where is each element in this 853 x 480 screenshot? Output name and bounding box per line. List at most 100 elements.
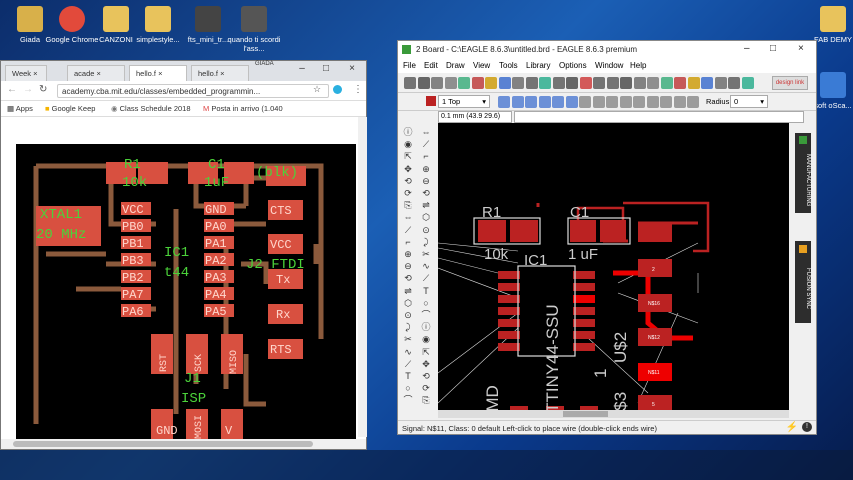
menu-draw[interactable]: Draw <box>446 61 465 70</box>
menu-icon[interactable]: ⋮ <box>353 84 363 95</box>
wire-style-button[interactable] <box>525 96 537 108</box>
toolbar-button[interactable] <box>606 77 619 89</box>
wire-style-button[interactable] <box>606 96 618 108</box>
tab-hello-active[interactable]: hello.f × <box>129 65 187 81</box>
menu-library[interactable]: Library <box>526 61 550 70</box>
wire-style-button[interactable] <box>579 96 591 108</box>
back-icon[interactable]: ← <box>7 84 17 95</box>
draw-tool-icon[interactable]: ⟲ <box>420 371 432 381</box>
draw-tool-icon[interactable]: ⊖ <box>420 176 432 186</box>
draw-tool-icon[interactable]: ⟲ <box>402 176 414 186</box>
design-link-button[interactable]: design link <box>772 76 808 90</box>
draw-tool-icon[interactable]: ⟋ <box>420 139 432 149</box>
wire-style-button[interactable] <box>673 96 686 108</box>
bookmark-gmail[interactable]: M Posta in arrivo (1.040 <box>203 104 283 113</box>
draw-tool-icon[interactable]: ⇱ <box>420 347 432 357</box>
star-icon[interactable]: ☆ <box>313 84 321 95</box>
layer-select[interactable]: 1 Top ▾ <box>438 95 490 108</box>
toolbar-button[interactable] <box>458 77 470 89</box>
tab-academy[interactable]: acade × <box>67 65 125 81</box>
draw-tool-icon[interactable]: ⤸ <box>402 322 414 332</box>
draw-tool-icon[interactable]: ⇔ <box>402 212 414 222</box>
menu-file[interactable]: File <box>403 61 416 70</box>
eagle-window[interactable]: 2 Board - C:\EAGLE 8.6.3\untitled.brd - … <box>397 40 817 435</box>
wire-style-button[interactable] <box>687 96 699 108</box>
draw-tool-icon[interactable]: ⎘ <box>420 395 432 405</box>
toolbar-button[interactable] <box>633 77 646 89</box>
toolbar-button[interactable] <box>498 77 511 89</box>
draw-tool-icon[interactable]: ✥ <box>420 359 432 369</box>
draw-tool-icon[interactable]: ⬡ <box>402 298 414 308</box>
close-button[interactable]: × <box>341 63 363 77</box>
maximize-button[interactable]: □ <box>770 43 776 54</box>
scroll-thumb[interactable] <box>13 441 313 447</box>
wire-style-button[interactable] <box>592 96 605 108</box>
draw-tool-icon[interactable]: ⌐ <box>420 151 432 161</box>
desktop-icon-fab[interactable]: FAB DEMY <box>805 6 853 44</box>
minimize-button[interactable]: – <box>744 43 750 54</box>
toolbar-button[interactable] <box>579 77 592 89</box>
hscroll-thumb[interactable] <box>563 411 608 417</box>
toolbar-button[interactable] <box>620 77 632 89</box>
toolbar-button[interactable] <box>714 77 727 89</box>
toolbar-button[interactable] <box>471 77 484 89</box>
maximize-button[interactable]: □ <box>315 63 337 77</box>
toolbar-button[interactable] <box>701 77 713 89</box>
bookmark-schedule[interactable]: ◉ Class Schedule 2018 <box>111 104 191 113</box>
toolbar-button[interactable] <box>687 77 700 89</box>
radius-input[interactable]: 0 ▾ <box>730 95 768 108</box>
minimize-button[interactable]: – <box>291 63 313 77</box>
draw-tool-icon[interactable]: ⇌ <box>402 286 414 296</box>
tab-hello[interactable]: hello.f × <box>191 65 249 81</box>
wire-style-button[interactable] <box>633 96 645 108</box>
wire-style-button[interactable] <box>498 96 510 108</box>
toolbar-button[interactable] <box>593 77 605 89</box>
reload-icon[interactable]: ↻ <box>39 84 47 95</box>
draw-tool-icon[interactable]: ⟋ <box>420 273 432 283</box>
toolbar-button[interactable] <box>660 77 673 89</box>
draw-tool-icon[interactable]: ⇔ <box>420 127 432 137</box>
draw-tool-icon[interactable]: ◉ <box>402 139 414 149</box>
horizontal-scrollbar[interactable] <box>1 439 366 449</box>
desktop-icon-3[interactable]: simplestyle... <box>130 6 186 44</box>
info-icon[interactable]: ! <box>802 422 812 432</box>
menu-view[interactable]: View <box>473 61 490 70</box>
wire-style-button[interactable] <box>565 96 578 108</box>
draw-tool-icon[interactable]: ✂ <box>420 249 432 259</box>
draw-tool-icon[interactable]: ⊕ <box>402 249 414 259</box>
draw-tool-icon[interactable]: ⊕ <box>420 164 432 174</box>
draw-tool-icon[interactable]: ⓘ <box>420 322 432 332</box>
draw-tool-icon[interactable]: ⌒ <box>402 395 414 405</box>
toolbar-button[interactable] <box>417 77 430 89</box>
wire-style-button[interactable] <box>511 96 524 108</box>
toolbar-button[interactable] <box>728 77 740 89</box>
command-line-input[interactable] <box>514 111 804 123</box>
menu-edit[interactable]: Edit <box>424 61 438 70</box>
toolbar-button[interactable] <box>539 77 551 89</box>
toolbar-button[interactable] <box>674 77 686 89</box>
draw-tool-icon[interactable]: ⟲ <box>402 273 414 283</box>
draw-tool-icon[interactable]: ✥ <box>402 164 414 174</box>
close-button[interactable]: × <box>798 43 804 54</box>
toolbar-button[interactable] <box>566 77 578 89</box>
draw-tool-icon[interactable]: ⇱ <box>402 151 414 161</box>
menu-options[interactable]: Options <box>559 61 587 70</box>
toolbar-button[interactable] <box>485 77 497 89</box>
url-input[interactable]: academy.cba.mit.edu/classes/embedded_pro… <box>57 84 329 98</box>
wire-style-button[interactable] <box>619 96 632 108</box>
forward-icon[interactable]: → <box>23 84 33 95</box>
desktop-icon-5[interactable]: quando ti scordi l'ass... <box>226 6 282 53</box>
manufacturing-tab[interactable]: MANUFACTURING <box>795 133 811 213</box>
draw-tool-icon[interactable]: ⌒ <box>420 310 432 320</box>
draw-tool-icon[interactable]: ⊖ <box>402 261 414 271</box>
toolbar-button[interactable] <box>647 77 659 89</box>
draw-tool-icon[interactable]: ⎘ <box>402 200 414 210</box>
wire-style-button[interactable] <box>660 96 672 108</box>
toolbar-button[interactable] <box>741 77 754 89</box>
draw-tool-icon[interactable]: ⊙ <box>402 310 414 320</box>
bookmark-apps[interactable]: ▦ Apps <box>7 104 33 113</box>
draw-tool-icon[interactable]: ○ <box>420 298 432 308</box>
tab-week[interactable]: Week × <box>5 65 47 81</box>
board-canvas[interactable]: R1 10k C1 1 uF IC1 ATTINY44-SSU U$2 U$3 … <box>438 123 808 418</box>
draw-tool-icon[interactable]: ⟋ <box>402 225 414 235</box>
